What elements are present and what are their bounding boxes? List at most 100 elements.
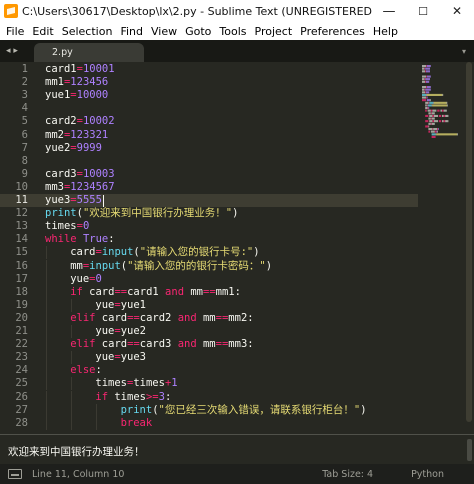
minimap-token: [422, 75, 426, 78]
minimap-token: [422, 70, 426, 73]
minimap-token: [426, 99, 430, 102]
minimap-token: [422, 93, 426, 96]
line-number: 7: [21, 141, 28, 154]
code-line: else:: [70, 364, 102, 377]
minimap-token: [425, 70, 426, 73]
line-number: 9: [21, 167, 28, 180]
menu-view[interactable]: View: [147, 25, 181, 38]
minimap-token: [426, 80, 430, 83]
minimap-token: [443, 120, 446, 123]
code-line: card=input("请输入您的银行卡号:"): [70, 246, 260, 259]
indent-guide: [71, 351, 73, 365]
minimize-button[interactable]: —: [372, 0, 406, 22]
minimap-token: [436, 133, 458, 136]
menu-file[interactable]: File: [2, 25, 28, 38]
minimap-token: [425, 125, 429, 128]
line-number: 4: [21, 102, 28, 115]
minimap-token: [430, 99, 431, 102]
maximize-button[interactable]: ☐: [406, 0, 440, 22]
minimap-token: [428, 117, 431, 120]
scrollbar-thumb[interactable]: [466, 62, 472, 422]
minimap-token: [442, 114, 444, 117]
editor-scrollbar[interactable]: [464, 62, 474, 434]
menu-preferences[interactable]: Preferences: [296, 25, 369, 38]
minimap-token: [431, 112, 435, 115]
code-line: break: [120, 416, 153, 429]
minimap[interactable]: [418, 62, 464, 434]
minimap-token: [426, 70, 430, 73]
menu-project[interactable]: Project: [251, 25, 297, 38]
menu-goto[interactable]: Goto: [181, 25, 215, 38]
minimap-token: [422, 99, 426, 102]
code-line: yue=yue1: [95, 298, 146, 311]
minimap-token: [436, 130, 438, 133]
menu-edit[interactable]: Edit: [28, 25, 57, 38]
code-line: print("欢迎来到中国银行办理业务！"): [45, 207, 239, 220]
line-number: 1: [21, 63, 28, 75]
minimap-token: [431, 133, 436, 136]
toggle-panel-icon[interactable]: [8, 469, 22, 479]
minimap-token: [431, 104, 433, 107]
minimap-token: [442, 93, 444, 96]
code-line: yue=yue3: [95, 351, 146, 364]
menu-help[interactable]: Help: [369, 25, 402, 38]
minimap-token: [430, 122, 432, 125]
close-button[interactable]: ✕: [440, 0, 474, 22]
tab-dropdown-icon[interactable]: ▾: [454, 40, 474, 62]
status-bar: Line 11, Column 10 Tab Size: 4 Python: [0, 464, 474, 484]
minimap-token: [426, 96, 428, 99]
menu-selection[interactable]: Selection: [58, 25, 117, 38]
minimap-token: [428, 112, 431, 115]
line-number: 10: [15, 180, 28, 193]
console-scrollbar[interactable]: [467, 439, 472, 461]
code-line: mm1=123456: [45, 76, 109, 89]
minimap-token: [425, 107, 428, 110]
minimap-token: [446, 109, 447, 112]
minimap-token: [428, 128, 433, 131]
minimap-token: [425, 104, 427, 107]
code-line: yue=yue2: [95, 325, 146, 337]
minimap-token: [432, 120, 434, 123]
indent-guide: [46, 338, 47, 352]
code-line: if card==card1 and mm==mm1:: [70, 285, 241, 298]
line-number: 12: [15, 207, 28, 220]
minimap-token: [445, 120, 448, 123]
minimap-token: [426, 75, 431, 78]
window-title: C:\Users\30617\Desktop\lx\2.py - Sublime…: [22, 4, 372, 18]
code-area[interactable]: card1=10001 mm1=123456 yue1=10000 card2=100…: [45, 62, 418, 434]
code-line: elif card==card2 and mm==mm2:: [70, 311, 254, 324]
minimap-token: [433, 128, 438, 131]
minimap-token: [426, 65, 427, 68]
minimap-token: [425, 91, 426, 94]
code-editor[interactable]: 1 2 3 4 5 6 7 8 9 10 11 12 13 14 15 16 17 18 19 20 21 22 23 24 2…: [0, 62, 418, 434]
minimap-token: [438, 128, 439, 131]
minimap-token: [431, 117, 435, 120]
minimap-token: [426, 93, 443, 96]
minimap-token: [432, 128, 434, 131]
tab-2py[interactable]: 2.py: [34, 43, 144, 62]
minimap-token: [428, 125, 430, 128]
minimap-token: [435, 133, 437, 136]
minimap-token: [426, 75, 427, 78]
menu-find[interactable]: Find: [116, 25, 147, 38]
text-cursor: [102, 194, 104, 207]
indent-guide: [46, 390, 47, 404]
minimap-token: [430, 117, 432, 120]
code-line: while True:: [45, 233, 115, 246]
minimap-token: [437, 109, 440, 112]
minimap-token: [431, 122, 435, 125]
tab-nav-arrows-icon[interactable]: ◂ ▸: [0, 40, 30, 62]
tab-size-selector[interactable]: Tab Size: 4: [322, 469, 373, 480]
code-line: card2=10002: [45, 115, 115, 128]
code-line: print("您已经三次输入错误，请联系银行柜台！"): [120, 403, 367, 416]
syntax-selector[interactable]: Python: [411, 469, 444, 480]
minimap-token: [445, 114, 448, 117]
minimap-token: [426, 93, 427, 96]
minimap-token: [431, 135, 436, 138]
indent-guide: [46, 416, 47, 430]
minimap-token: [433, 101, 434, 104]
minimap-token: [428, 122, 431, 125]
minimap-preview: [422, 65, 458, 138]
minimap-token: [425, 78, 430, 81]
menu-tools[interactable]: Tools: [215, 25, 250, 38]
